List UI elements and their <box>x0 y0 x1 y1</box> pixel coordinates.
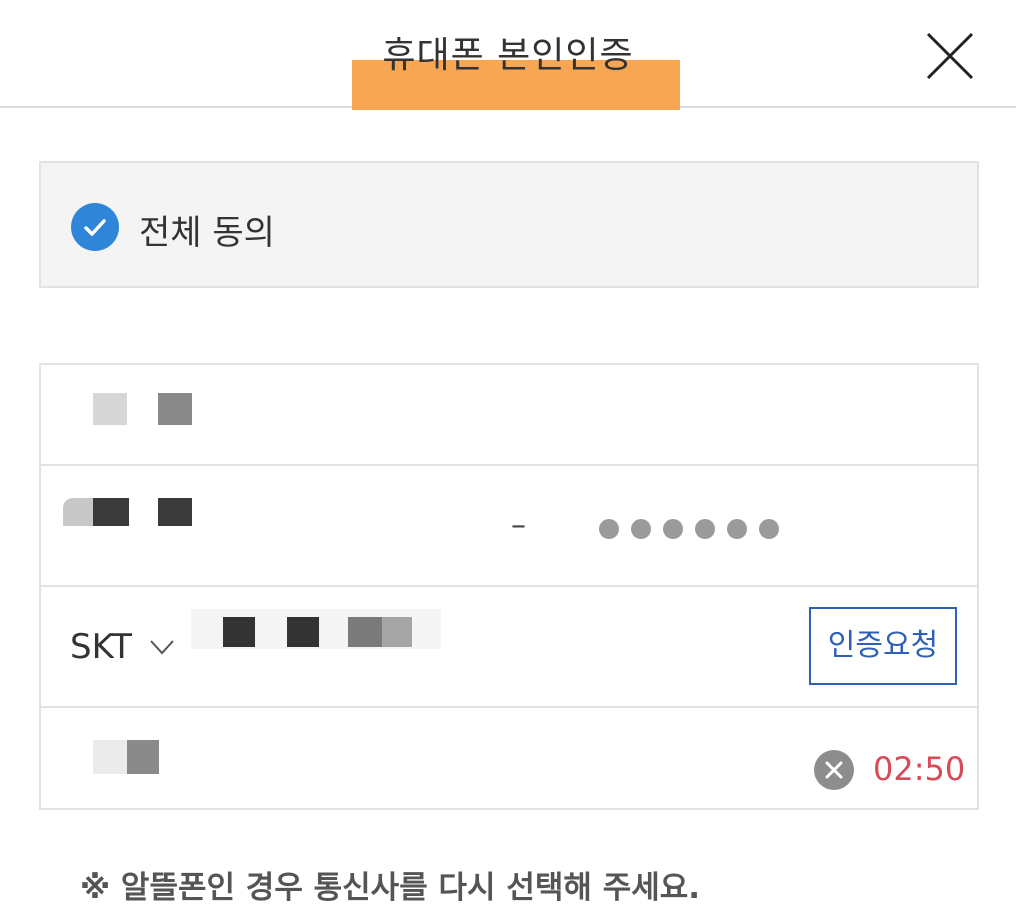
agree-all-checkbox[interactable]: 전체 동의 <box>39 161 979 288</box>
mask-dot <box>631 519 651 539</box>
verification-form: – SKT 인증요청 02:50 <box>39 363 979 810</box>
masked-text <box>223 617 255 647</box>
countdown-timer: 02:50 <box>873 750 966 788</box>
masked-text <box>127 740 159 774</box>
name-field[interactable] <box>41 365 977 466</box>
birth-id-field[interactable]: – <box>41 466 977 587</box>
carrier-select[interactable]: SKT <box>70 627 132 667</box>
masked-text <box>158 393 192 425</box>
mask-dot <box>599 519 619 539</box>
phone-row: SKT 인증요청 <box>41 587 977 708</box>
clear-icon <box>825 761 843 779</box>
masked-text <box>93 498 129 526</box>
masked-text <box>93 740 127 774</box>
masked-text <box>348 617 382 647</box>
mask-dot <box>727 519 747 539</box>
header: 휴대폰 본인인증 <box>0 0 1016 110</box>
mask-dot <box>663 519 683 539</box>
verification-code-field[interactable]: 02:50 <box>41 708 977 808</box>
masked-text <box>382 617 412 647</box>
chevron-down-icon[interactable] <box>149 637 175 657</box>
agree-all-label: 전체 동의 <box>139 213 275 253</box>
page-title: 휴대폰 본인인증 <box>382 35 634 76</box>
masked-id-dots <box>599 519 779 539</box>
masked-text <box>63 498 93 526</box>
separator: – <box>511 508 526 543</box>
clear-button[interactable] <box>814 750 854 790</box>
close-icon <box>926 32 974 80</box>
masked-text <box>93 393 127 425</box>
carrier-notice: ※ 알뜰폰인 경우 통신사를 다시 선택해 주세요. <box>80 870 701 906</box>
mask-dot <box>695 519 715 539</box>
close-button[interactable] <box>924 30 976 82</box>
masked-text <box>287 617 319 647</box>
mask-dot <box>759 519 779 539</box>
checkmark-circle-icon <box>71 203 119 251</box>
request-verification-button[interactable]: 인증요청 <box>809 607 957 685</box>
masked-text <box>158 498 192 526</box>
